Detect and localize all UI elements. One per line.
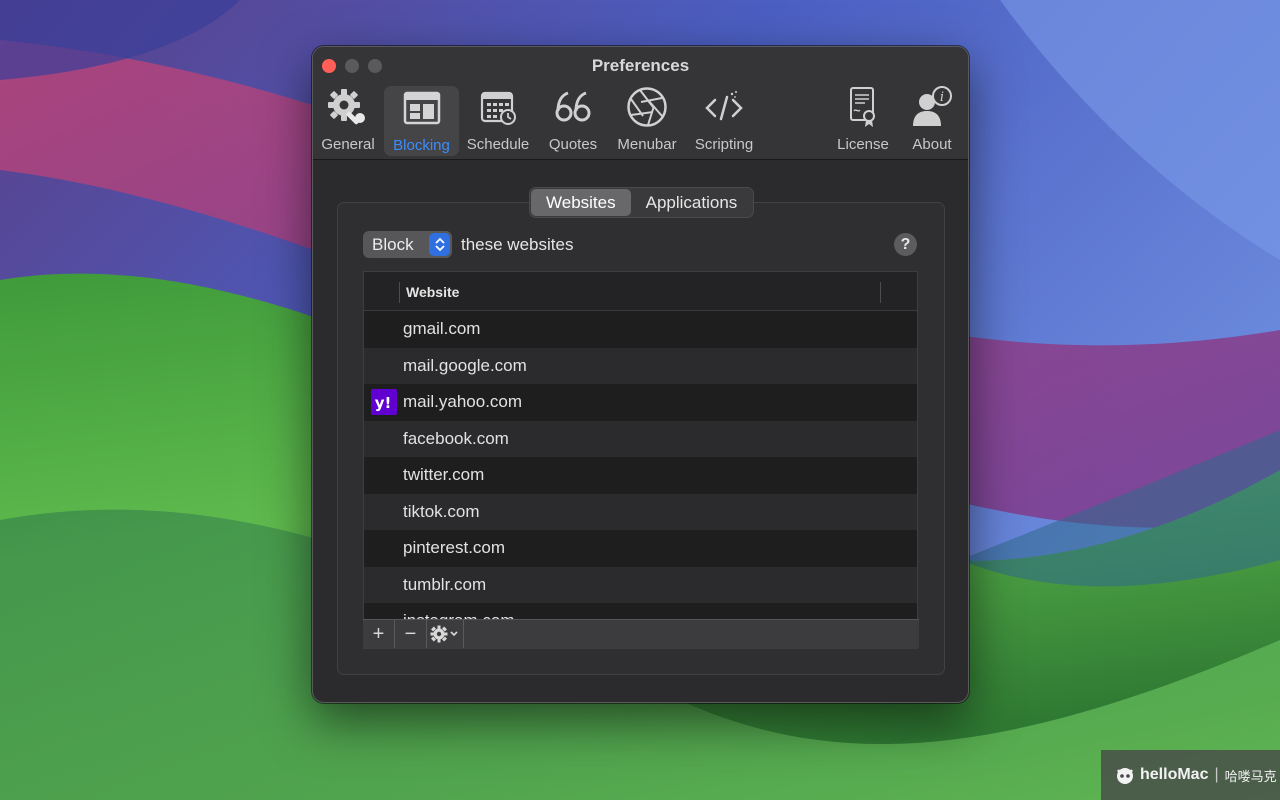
toolbar-quotes[interactable]: Quotes xyxy=(545,85,601,155)
toolbar-menubar-label: Menubar xyxy=(617,136,677,153)
column-separator xyxy=(880,282,881,303)
toolbar-license-label: License xyxy=(837,136,889,153)
table-row[interactable]: mail.google.com xyxy=(364,347,917,384)
table-rows: gmail.com mail.google.com y! mail.yahoo.… xyxy=(364,311,917,640)
calendar-icon xyxy=(476,85,520,129)
toolbar-blocking-label: Blocking xyxy=(393,137,450,154)
website-cell: tumblr.com xyxy=(403,574,487,594)
minus-icon: − xyxy=(404,622,417,645)
aperture-icon xyxy=(625,85,669,129)
website-cell: mail.yahoo.com xyxy=(403,392,523,411)
toolbar-license[interactable]: License xyxy=(835,85,891,155)
toolbar-about-label: About xyxy=(912,136,952,153)
toolbar-about[interactable]: i About xyxy=(909,85,955,155)
svg-text:i: i xyxy=(940,90,944,105)
watermark-brand: helloMac xyxy=(1140,766,1209,783)
quote-icon xyxy=(551,85,595,129)
tab-applications[interactable]: Applications xyxy=(631,189,753,216)
toolbar-menubar[interactable]: Menubar xyxy=(615,85,679,155)
plus-icon: + xyxy=(372,622,385,645)
website-cell: tiktok.com xyxy=(403,501,480,521)
block-mode-value: Block xyxy=(372,234,414,254)
toolbar-blocking[interactable]: Blocking xyxy=(384,86,459,156)
hellomac-watermark: helloMac | 哈喽马克 xyxy=(1101,750,1280,800)
toolbar-scripting-label: Scripting xyxy=(694,136,754,153)
toolbar-schedule[interactable]: Schedule xyxy=(466,85,530,155)
block-mode-suffix: these websites xyxy=(461,235,574,254)
remove-website-button[interactable]: − xyxy=(395,620,427,648)
gear-dropdown-icon xyxy=(430,625,458,643)
window-title: Preferences xyxy=(591,56,690,75)
toolbar-general-label: General xyxy=(321,136,375,153)
yahoo-icon-text: y! xyxy=(375,394,392,412)
table-row[interactable]: facebook.com xyxy=(364,420,917,457)
website-table: Website gmail.com mail.google.com y! mai… xyxy=(363,271,918,649)
toolbar-scripting[interactable]: Scripting xyxy=(691,85,757,155)
toolbar-schedule-label: Schedule xyxy=(466,136,530,153)
websites-applications-segmented-control: Websites Applications xyxy=(529,187,755,218)
toolbar-quotes-label: Quotes xyxy=(548,136,598,153)
table-row[interactable]: gmail.com xyxy=(364,311,917,348)
code-icon xyxy=(702,85,746,129)
toolbar-general[interactable]: General xyxy=(321,85,375,155)
help-button[interactable]: ? xyxy=(894,233,917,256)
table-row[interactable]: y! mail.yahoo.com xyxy=(364,384,917,421)
preferences-window: Preferences General Blocking Schedule Qu… xyxy=(312,46,969,703)
table-row[interactable]: pinterest.com xyxy=(364,530,917,567)
block-mode-popup[interactable]: Block xyxy=(363,231,452,258)
column-separator xyxy=(399,282,400,303)
table-row[interactable]: tiktok.com xyxy=(364,493,917,530)
watermark-separator: | xyxy=(1214,766,1219,783)
column-header-website[interactable]: Website xyxy=(406,284,459,300)
add-website-button[interactable]: + xyxy=(363,620,395,648)
gear-icon xyxy=(326,85,370,129)
table-row[interactable]: tumblr.com xyxy=(364,566,917,603)
action-menu-button[interactable] xyxy=(427,620,464,648)
table-row[interactable]: twitter.com xyxy=(364,457,917,494)
window-titlebar: Preferences General Blocking Schedule Qu… xyxy=(313,47,968,160)
table-footer-bar: + − xyxy=(363,619,919,648)
tab-websites[interactable]: Websites xyxy=(531,189,631,216)
chevron-up-down-icon xyxy=(429,233,450,256)
browser-window-icon xyxy=(400,86,444,130)
website-cell: gmail.com xyxy=(403,319,481,338)
website-cell: twitter.com xyxy=(403,465,485,484)
website-cell: facebook.com xyxy=(403,428,509,448)
website-cell: mail.google.com xyxy=(403,355,527,375)
yahoo-icon: y! xyxy=(371,389,397,415)
watermark-cn: 哈喽马克 xyxy=(1224,768,1277,784)
website-cell: pinterest.com xyxy=(403,538,506,557)
person-info-icon: i xyxy=(910,85,954,129)
hellomac-logo-icon xyxy=(1117,768,1133,784)
table-header: Website xyxy=(364,272,917,311)
certificate-icon xyxy=(841,85,885,129)
